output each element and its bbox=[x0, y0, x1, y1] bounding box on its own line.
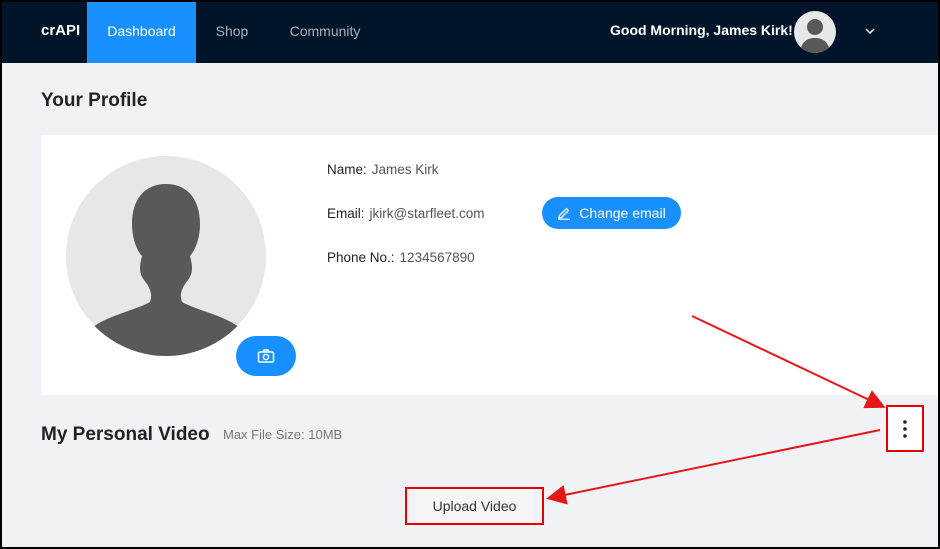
video-section-title: My Personal Video bbox=[41, 424, 210, 445]
phone-label: Phone No.: bbox=[327, 250, 395, 265]
more-vertical-icon bbox=[903, 419, 907, 438]
upload-video-button[interactable]: Upload Video bbox=[405, 487, 544, 525]
profile-card: Name: James Kirk Email: jkirk@starfleet.co… bbox=[41, 135, 938, 395]
email-label: Email: bbox=[327, 206, 365, 221]
email-row: Email: jkirk@starfleet.com bbox=[327, 206, 485, 221]
video-options-button[interactable] bbox=[886, 405, 924, 452]
user-avatar-icon[interactable] bbox=[794, 11, 836, 53]
page-title: Your Profile bbox=[41, 90, 148, 111]
profile-avatar-icon bbox=[66, 156, 266, 356]
tab-dashboard[interactable]: Dashboard bbox=[87, 2, 196, 63]
change-email-button[interactable]: Change email bbox=[542, 197, 681, 229]
phone-row: Phone No.: 1234567890 bbox=[327, 250, 475, 265]
name-label: Name: bbox=[327, 162, 367, 177]
camera-icon bbox=[257, 349, 275, 363]
change-photo-button[interactable] bbox=[236, 336, 296, 376]
tab-community[interactable]: Community bbox=[278, 2, 372, 63]
upload-video-label: Upload Video bbox=[415, 489, 534, 523]
change-email-label: Change email bbox=[579, 205, 666, 221]
top-navbar: crAPI Dashboard Shop Community Good Morn… bbox=[2, 2, 938, 63]
arrow-to-upload bbox=[546, 429, 881, 505]
greeting-text: Good Morning, James Kirk! bbox=[610, 22, 793, 38]
name-value: James Kirk bbox=[371, 162, 439, 177]
edit-icon bbox=[558, 207, 571, 220]
email-value: jkirk@starfleet.com bbox=[369, 206, 485, 221]
tab-shop[interactable]: Shop bbox=[202, 2, 262, 63]
chevron-down-icon[interactable] bbox=[862, 23, 878, 39]
app-frame: crAPI Dashboard Shop Community Good Morn… bbox=[2, 2, 938, 547]
name-row: Name: James Kirk bbox=[327, 162, 439, 177]
app-logo: crAPI bbox=[41, 22, 81, 39]
max-file-size-text: Max File Size: 10MB bbox=[223, 427, 343, 442]
phone-value: 1234567890 bbox=[399, 250, 475, 265]
